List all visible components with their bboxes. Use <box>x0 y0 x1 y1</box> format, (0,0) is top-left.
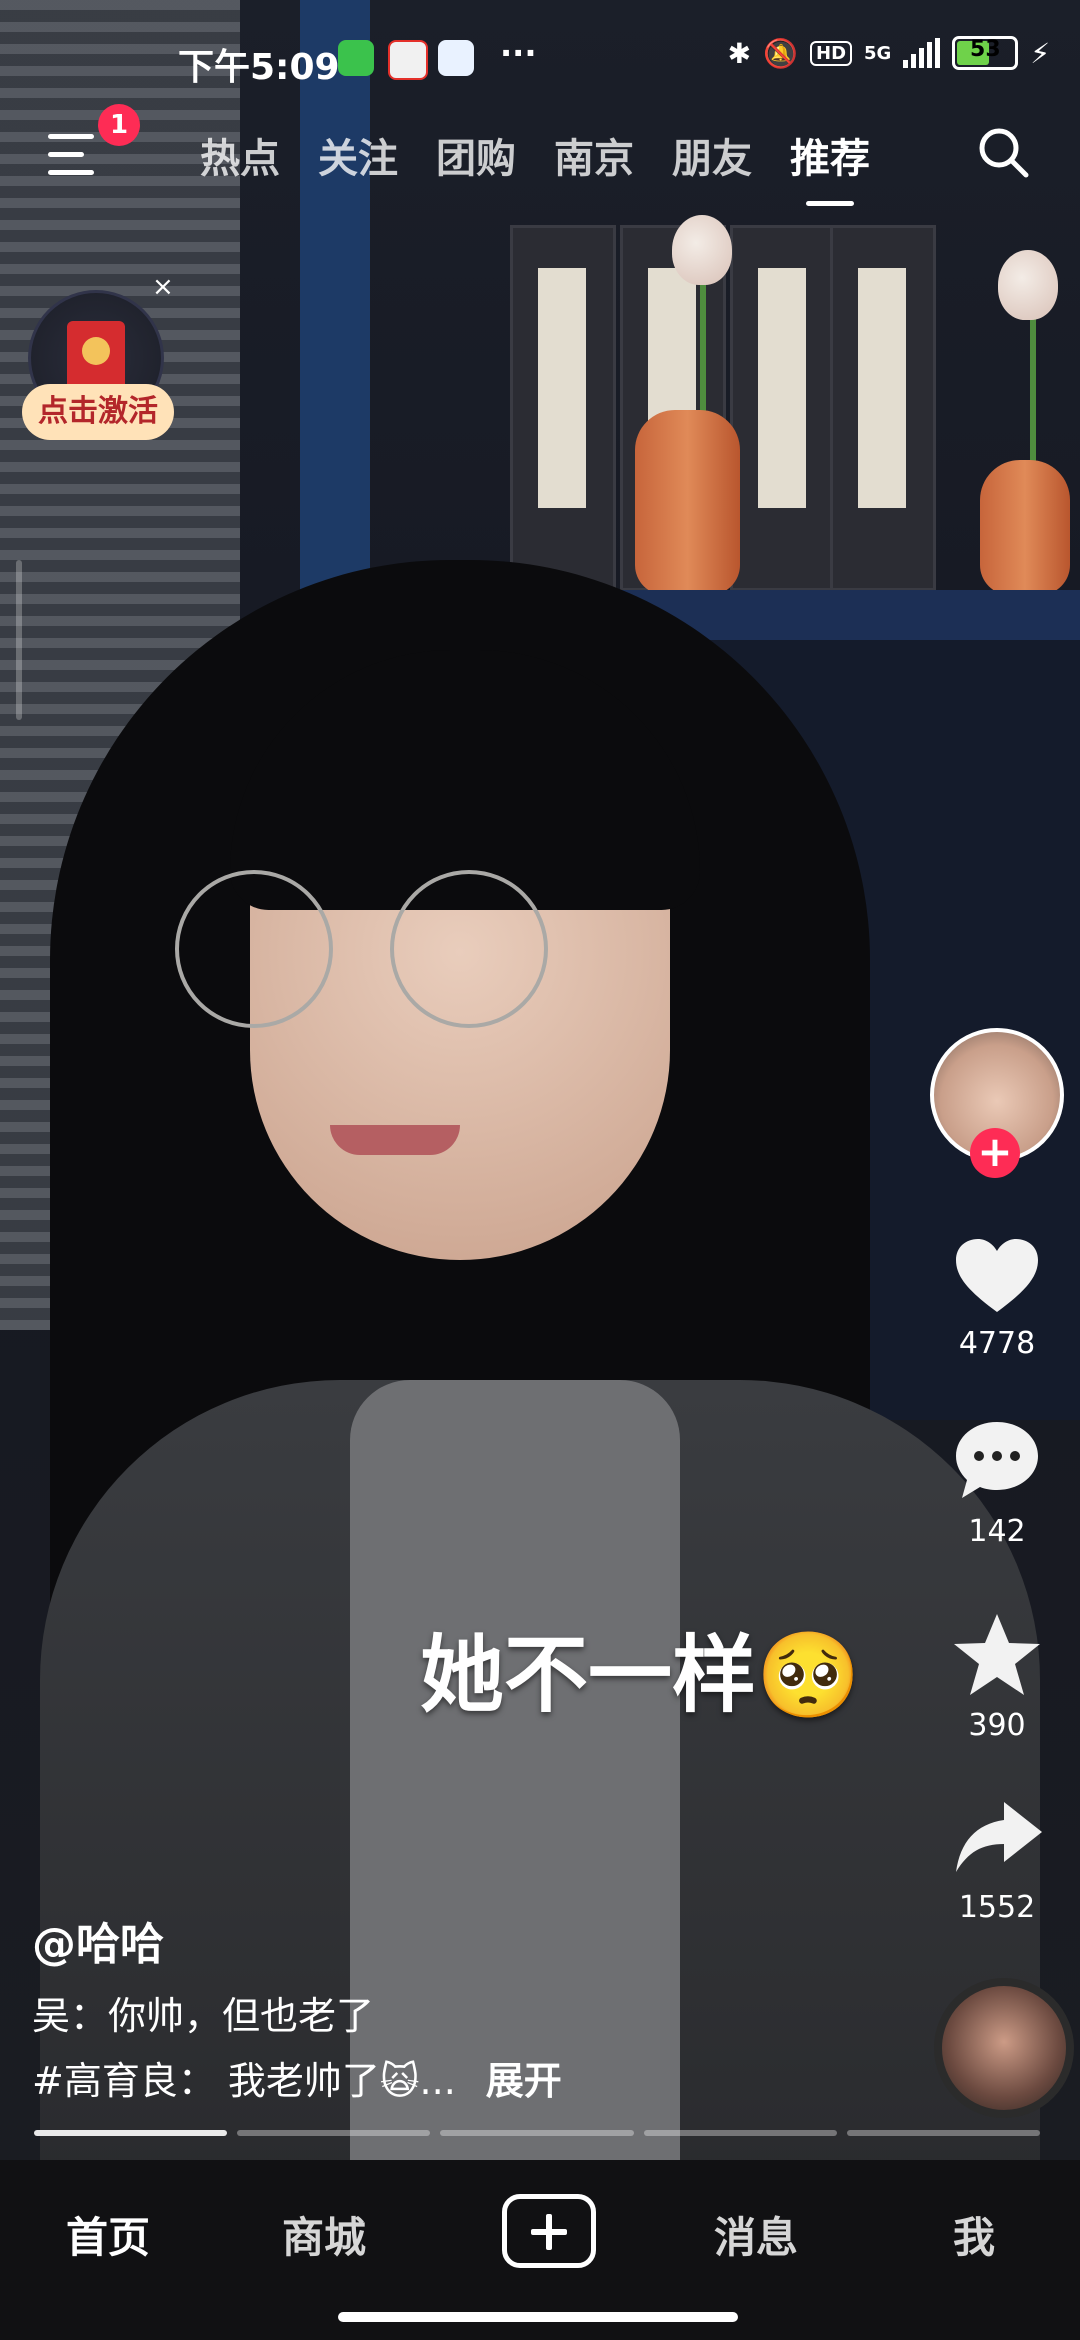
progress-segment <box>34 2130 228 2136</box>
charging-icon: ⚡ <box>1030 36 1050 70</box>
share-icon[interactable] <box>952 1798 1044 1876</box>
status-icons: ✱ 🔕 HD 5G 53 ⚡ <box>728 36 1050 70</box>
tab-hot[interactable]: 热点 <box>200 126 280 184</box>
more-notifications-icon: ··· <box>500 34 537 72</box>
description-line: 吴：你帅，但也老了 <box>32 1994 375 2038</box>
glasses-lens <box>175 870 333 1028</box>
progress-segment <box>846 2130 1041 2136</box>
scroll-indicator <box>16 560 22 720</box>
favorite-count: 390 <box>968 1708 1026 1743</box>
tab-city[interactable]: 南京 <box>554 126 634 184</box>
description-hashtag-line: #高育良： 我老帅了🙀... 展开 <box>32 2050 562 2105</box>
like-icon[interactable] <box>952 1236 1042 1316</box>
lips <box>330 1125 460 1155</box>
expand-button[interactable]: 展开 <box>486 2059 562 2103</box>
mute-icon: 🔕 <box>763 36 798 70</box>
video-progress[interactable] <box>34 2130 1041 2136</box>
glasses-lens <box>390 870 548 1028</box>
like-count: 4778 <box>958 1326 1036 1361</box>
create-post-button[interactable] <box>502 2194 596 2268</box>
video-overlay-text: 她不一样🥺 <box>420 1626 861 1724</box>
tab-friends[interactable]: 朋友 <box>672 126 752 184</box>
tab-following[interactable]: 关注 <box>318 126 398 184</box>
menu-notification-badge: 1 <box>98 104 140 146</box>
battery-icon: 53 <box>952 36 1019 70</box>
tulip <box>672 215 732 285</box>
status-time: 下午5:09 <box>178 47 340 88</box>
home-indicator[interactable] <box>338 2312 738 2322</box>
book <box>830 225 936 591</box>
tab-group-buy[interactable]: 团购 <box>436 126 516 184</box>
bluetooth-icon: ✱ <box>727 36 752 70</box>
close-icon[interactable]: × <box>152 272 174 302</box>
progress-segment <box>237 2130 431 2136</box>
menu-icon[interactable] <box>48 128 108 180</box>
flower-stem <box>700 260 706 430</box>
vase <box>980 460 1070 595</box>
share-count: 1552 <box>958 1890 1036 1925</box>
nav-me[interactable]: 我 <box>953 2204 995 2265</box>
tulip <box>998 250 1058 320</box>
comment-count: 142 <box>968 1514 1026 1549</box>
search-icon[interactable] <box>975 124 1031 180</box>
progress-segment <box>440 2130 634 2136</box>
tshirt <box>350 1380 680 2160</box>
nav-mall[interactable]: 商城 <box>282 2204 366 2265</box>
status-bar: 下午5:09 ··· ✱ 🔕 HD 5G 53 ⚡ <box>0 30 1080 90</box>
top-tabs: 热点 关注 团购 南京 朋友 推荐 <box>200 126 870 206</box>
nav-messages[interactable]: 消息 <box>714 2204 798 2265</box>
nav-home[interactable]: 首页 <box>66 2204 150 2265</box>
follow-button[interactable]: + <box>970 1128 1020 1178</box>
signal-icon <box>903 38 941 68</box>
shelf-post <box>300 0 370 620</box>
notification-app-icon <box>338 40 374 76</box>
coin-icon <box>82 337 110 365</box>
vase <box>635 410 740 595</box>
description-hashtag[interactable]: #高育良： 我老帅了🙀... <box>32 2059 456 2103</box>
battery-level: 53 <box>970 37 1001 62</box>
book <box>510 225 616 591</box>
progress-segment <box>643 2130 837 2136</box>
tab-recommended[interactable]: 推荐 <box>790 126 870 206</box>
network-label: 5G <box>864 42 892 64</box>
comment-icon[interactable] <box>952 1418 1042 1502</box>
activate-button[interactable]: 点击激活 <box>22 384 174 440</box>
video-frame[interactable] <box>0 0 1080 2160</box>
author-name[interactable]: @哈哈 <box>32 1908 164 1972</box>
favorite-star-icon[interactable] <box>950 1610 1044 1700</box>
book <box>730 225 836 591</box>
notification-app-icon <box>388 40 428 80</box>
notification-app-icon <box>438 40 474 76</box>
hd-badge: HD <box>810 40 853 66</box>
music-disc[interactable] <box>934 1978 1074 2118</box>
